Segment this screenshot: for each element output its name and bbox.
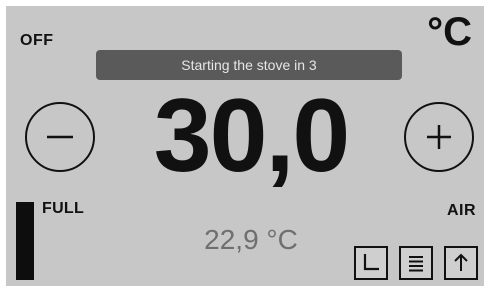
menu-button[interactable] [399,246,433,280]
minus-icon [47,135,73,139]
thermostat-screen: OFF °C Starting the stove in 3 30,0 FULL… [6,6,484,286]
pellet-level-label: FULL [42,200,85,217]
menu-lines-icon [409,256,423,272]
increase-temperature-button[interactable] [404,102,474,172]
power-status[interactable]: OFF [20,32,54,50]
status-notification: Starting the stove in 3 [96,50,402,80]
plus-icon [427,125,451,149]
clock-icon [363,254,379,271]
pellet-level-bar [16,202,34,280]
current-temperature: 22,9 °C [204,224,298,255]
temperature-unit[interactable]: °C [427,12,472,52]
schedule-button[interactable] [354,246,388,280]
notification-text: Starting the stove in 3 [181,57,317,73]
mode-label[interactable]: AIR [447,202,476,220]
arrow-up-icon [454,253,468,271]
up-button[interactable] [444,246,478,280]
decrease-temperature-button[interactable] [25,102,95,172]
setpoint-temperature: 30,0 [153,78,350,194]
